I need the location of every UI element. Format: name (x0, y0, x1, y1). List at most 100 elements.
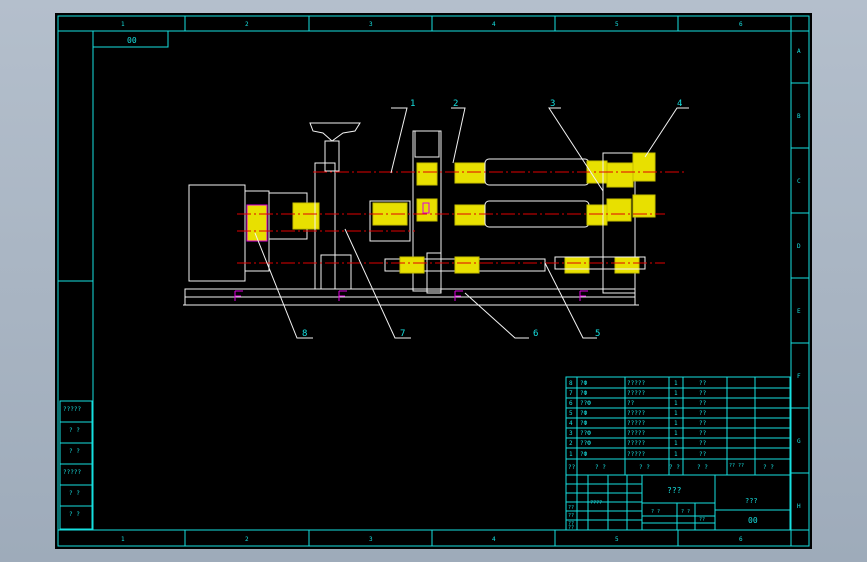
bom-header: ?? ? ? ? ? ? ? ? ? ?? ?? ? ? (568, 463, 774, 471)
title-row-1: ?? (568, 505, 574, 511)
svg-text:??: ?? (699, 451, 707, 458)
title-code: 00 (748, 516, 758, 525)
title-mark-1: ???? (590, 500, 602, 506)
callout-7[interactable]: 7 (400, 329, 405, 339)
grid-right-b: B (797, 113, 801, 120)
title-row-4: ?? (568, 525, 574, 531)
bom-row-8: 8 ?Ф ????? 1 ?? (569, 380, 707, 387)
bom-row-1: 1 ?Ф ????? 1 ?? (569, 451, 707, 458)
grid-top-1: 1 (121, 21, 125, 28)
svg-text:??: ?? (699, 400, 707, 407)
svg-text:??Ф: ??Ф (580, 430, 591, 437)
left-stamp: ????? ? ? ? ? ????? ? ? ? ? (59, 400, 93, 530)
svg-text:2: 2 (569, 440, 573, 447)
svg-text:1: 1 (674, 380, 678, 387)
svg-text:??: ?? (699, 380, 707, 387)
svg-text:3: 3 (569, 430, 573, 437)
svg-text:1: 1 (569, 451, 573, 458)
svg-text:? ?: ? ? (697, 464, 708, 471)
stamp-text-1: ????? (63, 406, 81, 413)
cad-viewport[interactable]: 1 2 3 4 5 6 1 2 3 4 5 6 A B C D E F G H … (0, 0, 867, 562)
grid-bottom-1: 1 (121, 536, 125, 543)
svg-text:? ?: ? ? (639, 464, 650, 471)
bom-row-4: 4 ?Ф ????? 1 ?? (569, 420, 707, 427)
svg-text:??Ф: ??Ф (580, 400, 591, 407)
drawing-canvas: 1 2 3 4 5 6 1 2 3 4 5 6 A B C D E F G H … (57, 15, 810, 547)
title-company: ??? (745, 497, 758, 505)
svg-text:?????: ????? (627, 430, 645, 437)
callout-1[interactable]: 1 (410, 99, 415, 109)
callout-5[interactable]: 5 (595, 329, 600, 339)
stamp-text-5: ? ? (69, 490, 80, 497)
svg-text:?????: ????? (627, 451, 645, 458)
svg-text:?????: ????? (627, 380, 645, 387)
machine-assembly[interactable]: 1 2 3 4 5 6 7 8 (183, 99, 689, 339)
grid-bottom-4: 4 (492, 536, 496, 543)
bom-row-5: 5 ?Ф ????? 1 ?? (569, 410, 707, 417)
grid-right-f: F (797, 373, 801, 380)
svg-text:?????: ????? (627, 410, 645, 417)
svg-text:1: 1 (674, 400, 678, 407)
handwheel (309, 122, 361, 142)
callout-2[interactable]: 2 (453, 99, 458, 109)
svg-text:1: 1 (674, 420, 678, 427)
svg-text:1: 1 (674, 390, 678, 397)
grid-top-2: 2 (245, 21, 249, 28)
svg-text:??: ?? (699, 410, 707, 417)
svg-text:?Ф: ?Ф (580, 451, 588, 458)
bom-row-7: 7 ?Ф ????? 1 ?? (569, 390, 707, 397)
grid-right-d: D (797, 243, 801, 250)
grid-right-e: E (797, 308, 801, 315)
svg-text:?Ф: ?Ф (580, 420, 588, 427)
adjuster-top (632, 152, 656, 182)
svg-text:?????: ????? (627, 420, 645, 427)
svg-text:?Ф: ?Ф (580, 390, 588, 397)
grid-bottom-3: 3 (369, 536, 373, 543)
callout-3[interactable]: 3 (550, 99, 555, 109)
bom-row-2: 2 ??Ф ????? 1 ?? (569, 440, 707, 447)
stamp-text-6: ? ? (69, 511, 80, 518)
svg-text:4: 4 (569, 420, 573, 427)
motor-block (188, 184, 246, 282)
svg-text:1: 1 (674, 410, 678, 417)
svg-text:1: 1 (674, 451, 678, 458)
svg-text:? ?: ? ? (595, 464, 606, 471)
grid-top-6: 6 (739, 21, 743, 28)
svg-text:? ?: ? ? (763, 464, 774, 471)
bom-table[interactable]: 8 ?Ф ????? 1 ?? 7 ?Ф ????? 1 ?? 6 ??Ф ??… (565, 376, 791, 476)
callout-8[interactable]: 8 (302, 329, 307, 339)
svg-text:?????: ????? (627, 440, 645, 447)
grid-top-3: 3 (369, 21, 373, 28)
grid-right-a: A (797, 48, 801, 55)
callout-4[interactable]: 4 (677, 99, 682, 109)
svg-text:??: ?? (627, 400, 635, 407)
grid-right-c: C (797, 178, 801, 185)
svg-text:6: 6 (569, 400, 573, 407)
svg-text:7: 7 (569, 390, 573, 397)
title-mark-2: ? ? (651, 509, 660, 515)
title-block[interactable]: ??? ??? 00 ?? ?? ?? ?? ???? ? ? ? ? ?? (565, 474, 791, 531)
grid-right-h: H (797, 503, 801, 510)
svg-text:8: 8 (569, 380, 573, 387)
svg-text:??: ?? (699, 420, 707, 427)
base-frame (184, 288, 636, 298)
svg-text:??Ф: ??Ф (580, 440, 591, 447)
stamp-text-4: ????? (63, 469, 81, 476)
svg-text:??: ?? (699, 390, 707, 397)
bom-row-6: 6 ??Ф ?? 1 ?? (569, 400, 707, 407)
svg-text:?? ??: ?? ?? (729, 463, 744, 469)
grid-bottom-5: 5 (615, 536, 619, 543)
title-mark-3: ? ? (681, 509, 690, 515)
svg-text:?Ф: ?Ф (580, 410, 588, 417)
svg-text:? ?: ? ? (669, 464, 680, 471)
stamp-text-3: ? ? (69, 448, 80, 455)
svg-text:??: ?? (568, 464, 576, 471)
title-name: ??? (667, 486, 682, 495)
grid-top-5: 5 (615, 21, 619, 28)
drawing-sheet[interactable]: 1 2 3 4 5 6 1 2 3 4 5 6 A B C D E F G H … (55, 13, 812, 549)
callout-6[interactable]: 6 (533, 329, 538, 339)
title-row-2: ?? (568, 513, 574, 519)
svg-text:1: 1 (674, 430, 678, 437)
magenta-markers (234, 202, 588, 301)
svg-text:5: 5 (569, 410, 573, 417)
